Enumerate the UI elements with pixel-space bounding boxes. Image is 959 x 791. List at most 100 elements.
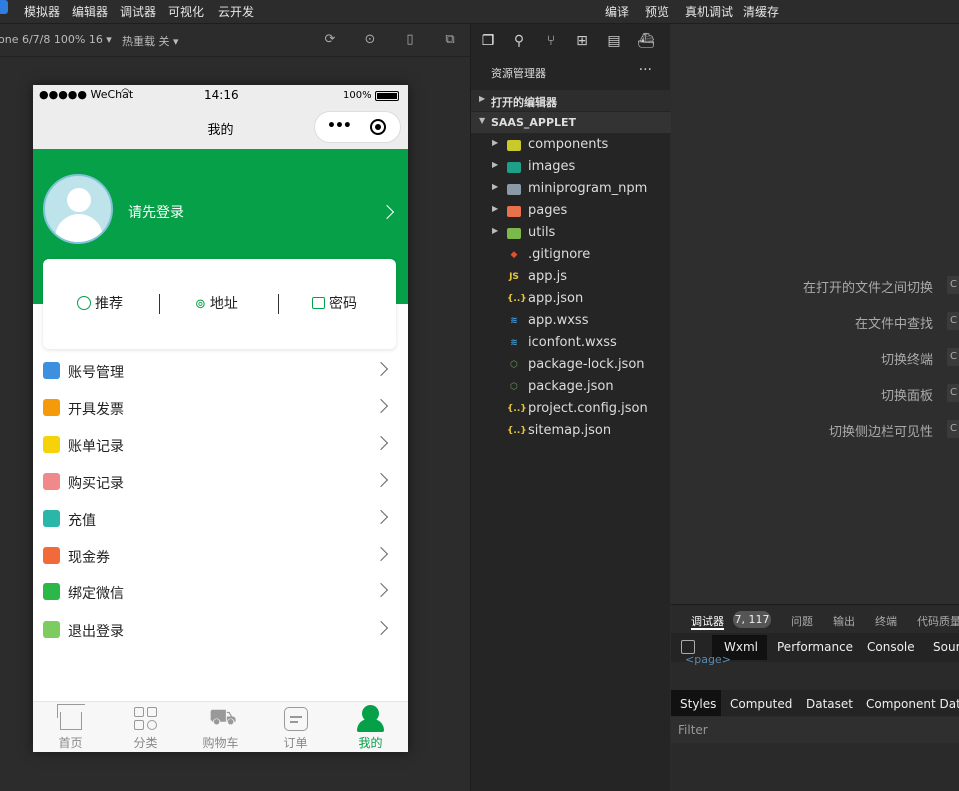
chevron-right-icon [373,509,389,525]
tab-console[interactable]: Console [867,640,915,654]
clock-icon [77,296,91,310]
folder-icon [507,228,521,239]
source-control-icon[interactable]: ⑂ [542,32,560,50]
phone-screen: ●●●●● WeChat ◠ 14:16 100% 我的 ••• 请先登录 推荐… [33,85,408,752]
folder-item[interactable]: ▶ pages [471,200,671,222]
window-icon[interactable]: ⧉ [442,32,458,48]
tab-problems[interactable]: 问题 [791,613,813,629]
menu-item[interactable]: 退出登录 [33,612,408,649]
preview-button[interactable]: 预览 [645,3,669,20]
menu-visual[interactable]: 可视化 [168,3,204,20]
menu-editor[interactable]: 编辑器 [72,3,108,20]
menu-simulator[interactable]: 模拟器 [24,3,60,20]
tab-wxml[interactable]: Wxml [724,640,758,654]
refresh-icon[interactable]: ⟳ [322,32,338,48]
tab-output[interactable]: 输出 [833,613,855,629]
recommend-button[interactable]: 推荐 [77,293,123,313]
menu-item[interactable]: 购买记录 [33,464,408,501]
chevron-right-icon [373,582,389,598]
storage-icon[interactable]: ▤ [605,32,623,50]
tab-dataset[interactable]: Dataset [806,697,853,711]
file-name: .gitignore [528,247,591,262]
tab-code-quality[interactable]: 代码质量 [917,613,959,629]
project-section[interactable]: ▼ SAAS_APPLET [471,112,671,133]
tab-sources[interactable]: Sour [933,640,959,654]
tab-computed[interactable]: Computed [730,697,792,711]
file-item[interactable]: ⬡ package-lock.json [471,354,671,376]
tab-performance[interactable]: Performance [777,640,853,654]
top-menu-bar: 模拟器 编辑器 调试器 可视化 云开发 编译 预览 真机调试 清缓存 [0,0,959,24]
stop-icon[interactable]: ⊙ [362,32,378,48]
shopping-bag-icon [43,473,60,490]
folder-item[interactable]: ▶ images [471,156,671,178]
menu-debugger[interactable]: 调试器 [120,3,156,20]
hot-reload-select[interactable]: 热重载 关 ▾ [122,33,179,49]
menu-item[interactable]: 充值 [33,501,408,538]
battery-text: 100% [343,90,372,101]
close-mini-program-icon[interactable] [370,119,386,135]
menu-cloud[interactable]: 云开发 [218,3,254,20]
quick-actions-card: 推荐 ⊚ 地址 密码 [43,259,396,349]
folder-item[interactable]: ▶ utils [471,222,671,244]
filter-input[interactable]: Filter [671,717,959,743]
inspect-icon[interactable] [681,640,695,654]
simulator-toolbar: one 6/7/8 100% 16 ▾ 热重载 关 ▾ ⟳ ⊙ ▯ ⧉ [0,24,470,57]
status-bar: ●●●●● WeChat ◠ 14:16 100% [33,85,408,105]
file-item[interactable]: {..} project.config.json [471,398,671,420]
file-item[interactable]: ⬡ package.json [471,376,671,398]
folder-item[interactable]: ▶ components [471,134,671,156]
menu-item[interactable]: 绑定微信 [33,574,408,611]
shortcut-key: C [947,276,959,294]
search-icon[interactable]: ⚲ [510,32,528,50]
folder-item[interactable]: ▶ miniprogram_npm [471,178,671,200]
tab-category[interactable]: 分类 [108,702,183,752]
file-item[interactable]: ≋ app.wxss [471,310,671,332]
password-button[interactable]: 密码 [312,293,357,313]
tab-cart-label: 购物车 [202,736,239,750]
tab-cart[interactable]: ⛟ 购物车 [183,702,258,752]
tab-category-label: 分类 [133,736,158,750]
file-item[interactable]: ◆ .gitignore [471,244,671,266]
avatar[interactable] [43,174,113,244]
more-dots-icon[interactable]: ••• [327,118,352,134]
address-button[interactable]: ⊚ 地址 [195,293,238,313]
wxml-page-node[interactable]: <page> [685,653,731,666]
menu-item[interactable]: 开具发票 [33,390,408,427]
explorer-title: 资源管理器 [491,67,546,80]
tab-component-data[interactable]: Component Data [866,697,959,711]
menu-item[interactable]: 账单记录 [33,427,408,464]
divider [278,294,279,314]
tab-styles[interactable]: Styles [680,697,716,711]
lock-icon [312,297,325,309]
file-item[interactable]: {..} sitemap.json [471,420,671,442]
real-device-debug-button[interactable]: 真机调试 [685,3,733,20]
file-name: app.js [528,269,567,284]
files-icon[interactable]: ❐ [479,32,497,50]
device-select[interactable]: one 6/7/8 100% 16 ▾ [0,33,112,46]
tab-home-label: 首页 [58,736,83,750]
shortcut-hint: 切换终端 [880,353,933,368]
file-icon: ≋ [510,338,518,348]
file-item[interactable]: JS app.js [471,266,671,288]
file-item[interactable]: {..} app.json [471,288,671,310]
login-prompt[interactable]: 请先登录 [128,202,184,222]
menu-item-label: 开具发票 [68,402,124,418]
tab-debugger[interactable]: 调试器 [691,613,724,629]
chevron-right-icon [373,546,389,562]
chevron-right-icon: ▶ [492,182,499,191]
file-item[interactable]: ≋ iconfont.wxss [471,332,671,354]
clear-cache-button[interactable]: 清缓存 [743,3,779,20]
tab-terminal[interactable]: 终端 [875,613,897,629]
docker-icon[interactable]: ⛴ [637,32,655,50]
phone-icon[interactable]: ▯ [402,32,418,48]
extensions-icon[interactable]: ⊞ [573,32,591,50]
tab-home[interactable]: 首页 [33,702,108,752]
open-editors-section[interactable]: ▶ 打开的编辑器 [471,90,671,111]
wechat-icon [43,583,60,600]
compile-button[interactable]: 编译 [605,3,629,20]
tab-mine[interactable]: 我的 [333,702,408,752]
menu-item[interactable]: 账号管理 [33,353,408,390]
more-actions-icon[interactable]: ··· [639,62,652,78]
menu-item[interactable]: 现金券 [33,538,408,575]
tab-orders[interactable]: 订单 [258,702,333,752]
